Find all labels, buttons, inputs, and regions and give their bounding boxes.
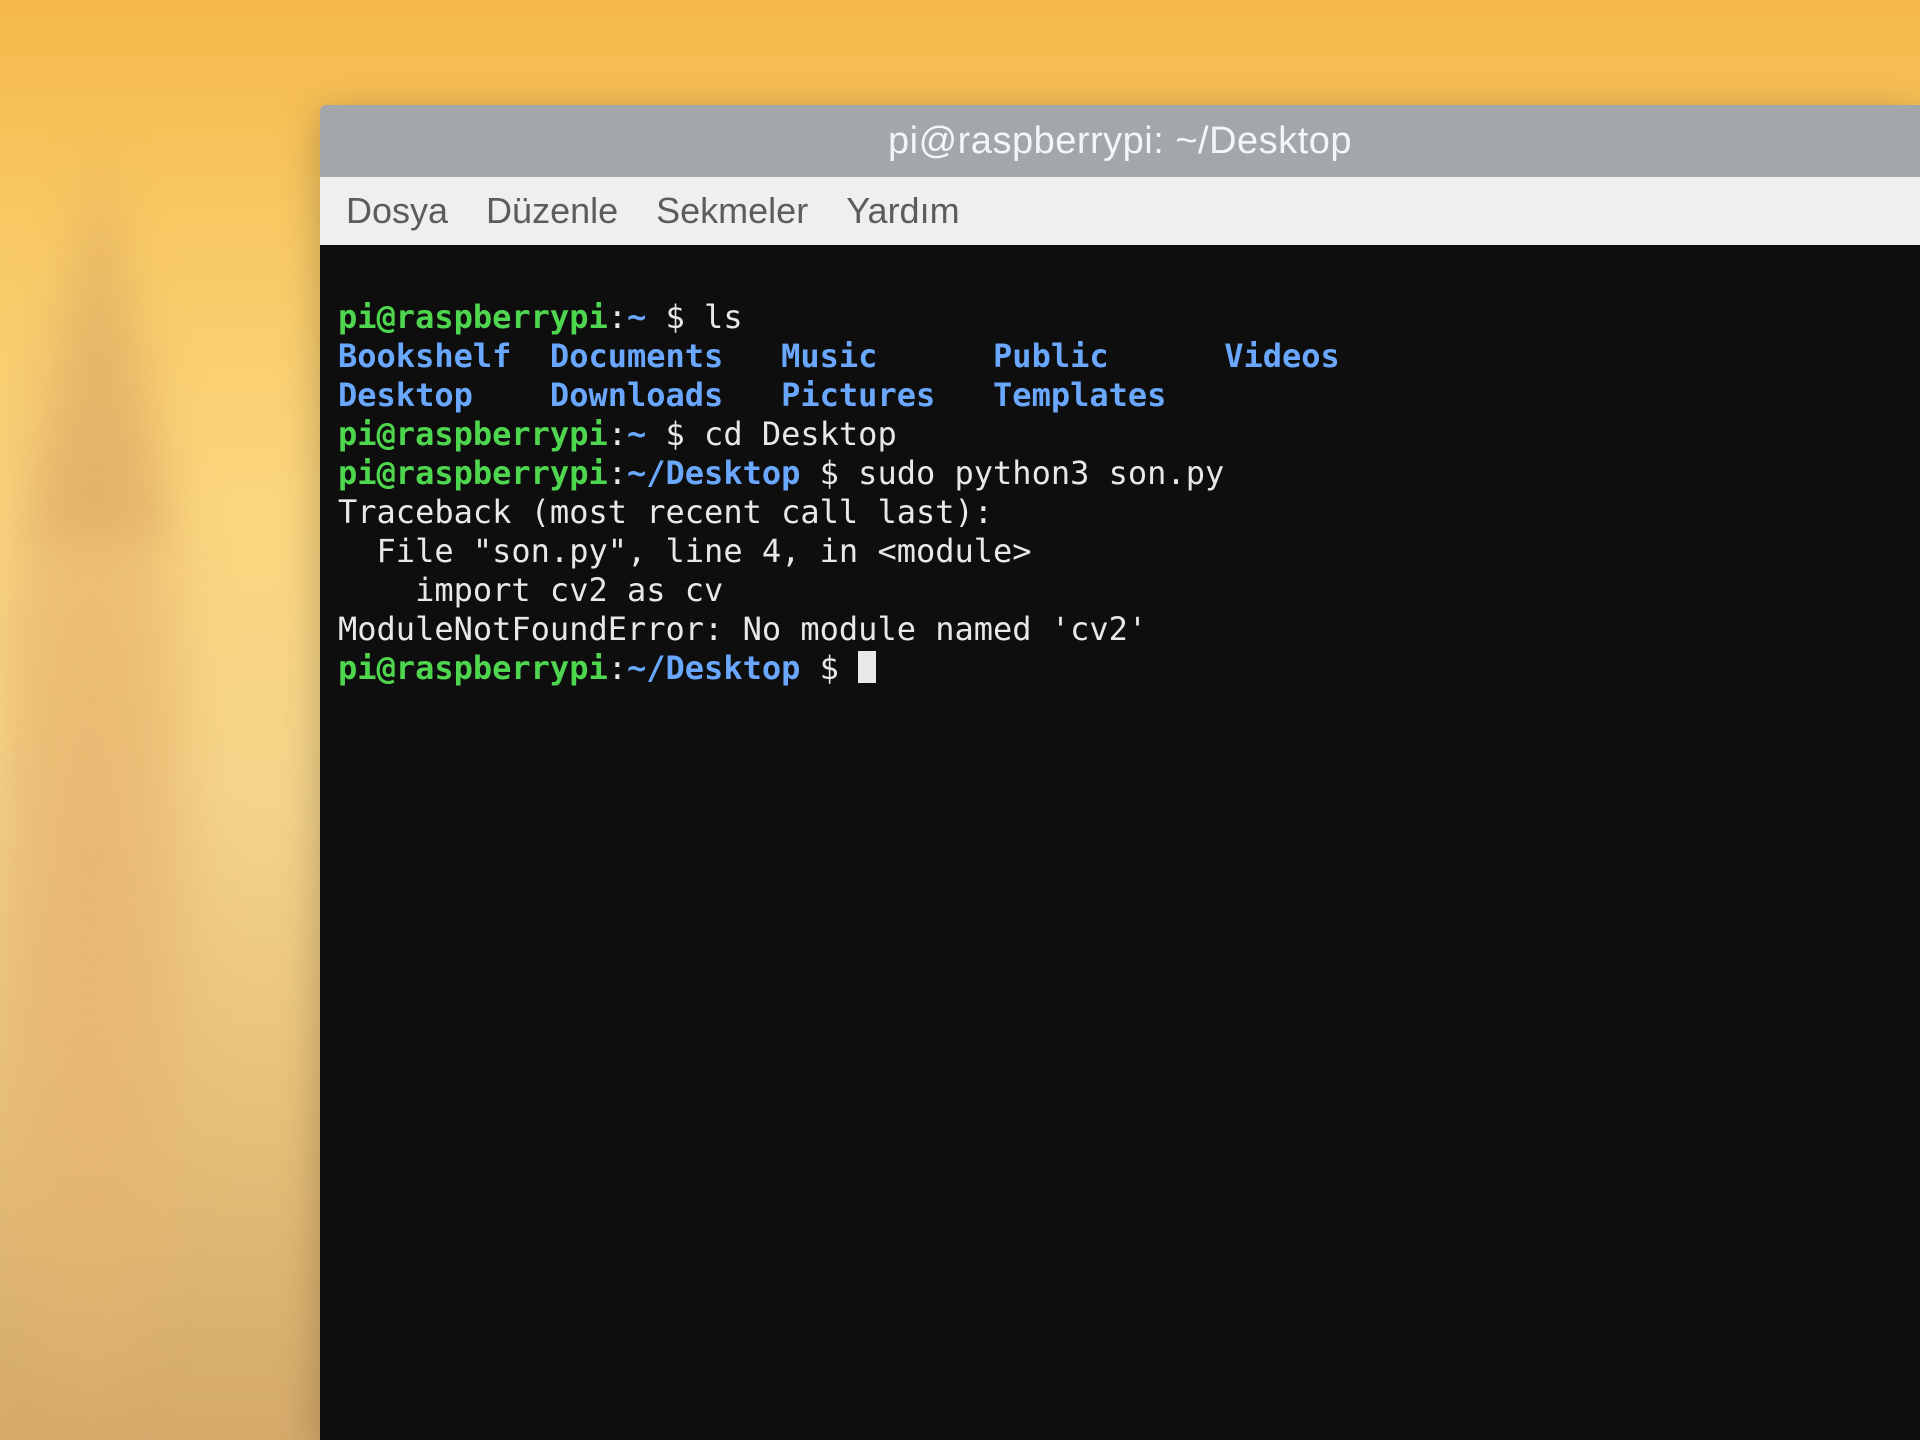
terminal-viewport[interactable]: pi@raspberrypi:~ $ ls BookshelfDocuments… [320, 245, 1920, 1440]
prompt-dollar: $ [646, 415, 704, 453]
prompt-dollar: $ [800, 649, 858, 687]
prompt-sep: : [608, 649, 627, 687]
ls-item: Pictures [781, 376, 993, 415]
ls-item: Templates [993, 376, 1224, 415]
ls-item: Videos [1224, 337, 1340, 376]
terminal-window: pi@raspberrypi: ~/Desktop Dosya Düzenle … [320, 105, 1920, 1440]
desktop-wallpaper-silhouette [0, 140, 340, 1440]
cursor-icon [858, 651, 876, 683]
traceback-line: File "son.py", line 4, in <module> [338, 532, 1032, 570]
ls-item: Downloads [550, 376, 781, 415]
menu-help[interactable]: Yardım [846, 190, 959, 232]
prompt-userhost: pi@raspberrypi [338, 454, 608, 492]
window-title: pi@raspberrypi: ~/Desktop [888, 120, 1352, 163]
cmd-python: sudo python3 son.py [858, 454, 1224, 492]
window-titlebar[interactable]: pi@raspberrypi: ~/Desktop [320, 105, 1920, 177]
prompt-path: ~/Desktop [627, 649, 800, 687]
traceback-line: import cv2 as cv [338, 571, 723, 609]
ls-item: Desktop [338, 376, 550, 415]
menu-tabs[interactable]: Sekmeler [656, 190, 808, 232]
menubar: Dosya Düzenle Sekmeler Yardım [320, 177, 1920, 245]
prompt-path: ~ [627, 415, 646, 453]
prompt-dollar: $ [646, 298, 704, 336]
prompt-userhost: pi@raspberrypi [338, 298, 608, 336]
prompt-sep: : [608, 298, 627, 336]
menu-file[interactable]: Dosya [346, 190, 448, 232]
prompt-path: ~/Desktop [627, 454, 800, 492]
menu-edit[interactable]: Düzenle [486, 190, 618, 232]
cmd-cd: cd Desktop [704, 415, 897, 453]
traceback-line: Traceback (most recent call last): [338, 493, 993, 531]
ls-item: Music [781, 337, 993, 376]
prompt-userhost: pi@raspberrypi [338, 415, 608, 453]
ls-item: Bookshelf [338, 337, 550, 376]
ls-item: Public [993, 337, 1224, 376]
prompt-sep: : [608, 454, 627, 492]
prompt-dollar: $ [800, 454, 858, 492]
prompt-sep: : [608, 415, 627, 453]
traceback-error: ModuleNotFoundError: No module named 'cv… [338, 610, 1147, 648]
prompt-path: ~ [627, 298, 646, 336]
prompt-userhost: pi@raspberrypi [338, 649, 608, 687]
ls-item: Documents [550, 337, 781, 376]
cmd-ls: ls [704, 298, 743, 336]
